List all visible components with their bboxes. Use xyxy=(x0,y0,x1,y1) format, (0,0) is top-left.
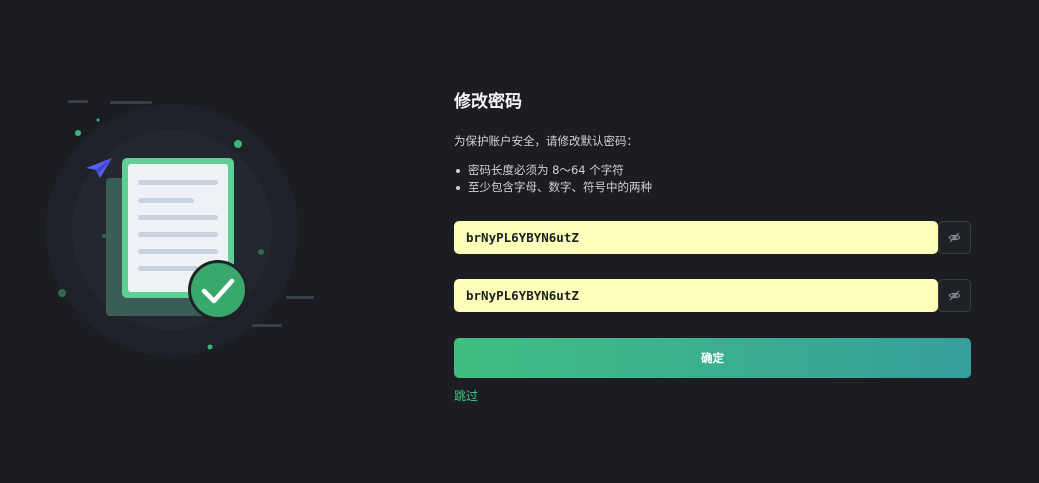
deco-dot xyxy=(258,249,264,255)
rule-length: 密码长度必须为 8～64 个字符 xyxy=(454,162,971,179)
document-line xyxy=(138,232,218,237)
deco-line xyxy=(68,100,88,103)
document-line xyxy=(138,249,218,254)
deco-dot xyxy=(58,289,66,297)
check-badge-icon xyxy=(191,263,245,317)
security-notice: 为保护账户安全，请修改默认密码： xyxy=(454,134,638,148)
skip-link[interactable]: 跳过 xyxy=(454,387,478,404)
confirm-password-input[interactable] xyxy=(454,279,938,312)
password-rules: 密码长度必须为 8～64 个字符 至少包含字母、数字、符号中的两种 xyxy=(454,162,971,196)
eye-off-icon xyxy=(948,232,961,243)
document-line xyxy=(138,198,194,203)
confirm-password-field xyxy=(454,279,971,312)
new-password-input[interactable] xyxy=(454,221,938,254)
deco-line xyxy=(252,324,282,327)
new-password-field xyxy=(454,221,971,254)
eye-off-icon xyxy=(948,290,961,301)
deco-dot xyxy=(75,130,81,136)
document-line xyxy=(138,266,198,271)
deco-dot xyxy=(234,140,242,148)
change-password-page: 修改密码 为保护账户安全，请修改默认密码： 密码长度必须为 8～64 个字符 至… xyxy=(0,0,1039,483)
document-line xyxy=(138,180,218,185)
confirm-button[interactable]: 确定 xyxy=(454,338,971,378)
change-password-form: 修改密码 为保护账户安全，请修改默认密码： 密码长度必须为 8～64 个字符 至… xyxy=(454,88,971,404)
deco-line xyxy=(286,296,314,299)
rule-complexity: 至少包含字母、数字、符号中的两种 xyxy=(454,179,971,196)
deco-line xyxy=(110,101,152,104)
page-title: 修改密码 xyxy=(454,92,522,112)
toggle-visibility-button[interactable] xyxy=(938,279,971,312)
toggle-visibility-button[interactable] xyxy=(938,221,971,254)
document-line xyxy=(138,215,218,220)
deco-dot xyxy=(96,118,100,122)
deco-dot xyxy=(207,344,213,350)
deco-dot xyxy=(102,234,106,238)
document-check-illustration xyxy=(46,100,314,356)
